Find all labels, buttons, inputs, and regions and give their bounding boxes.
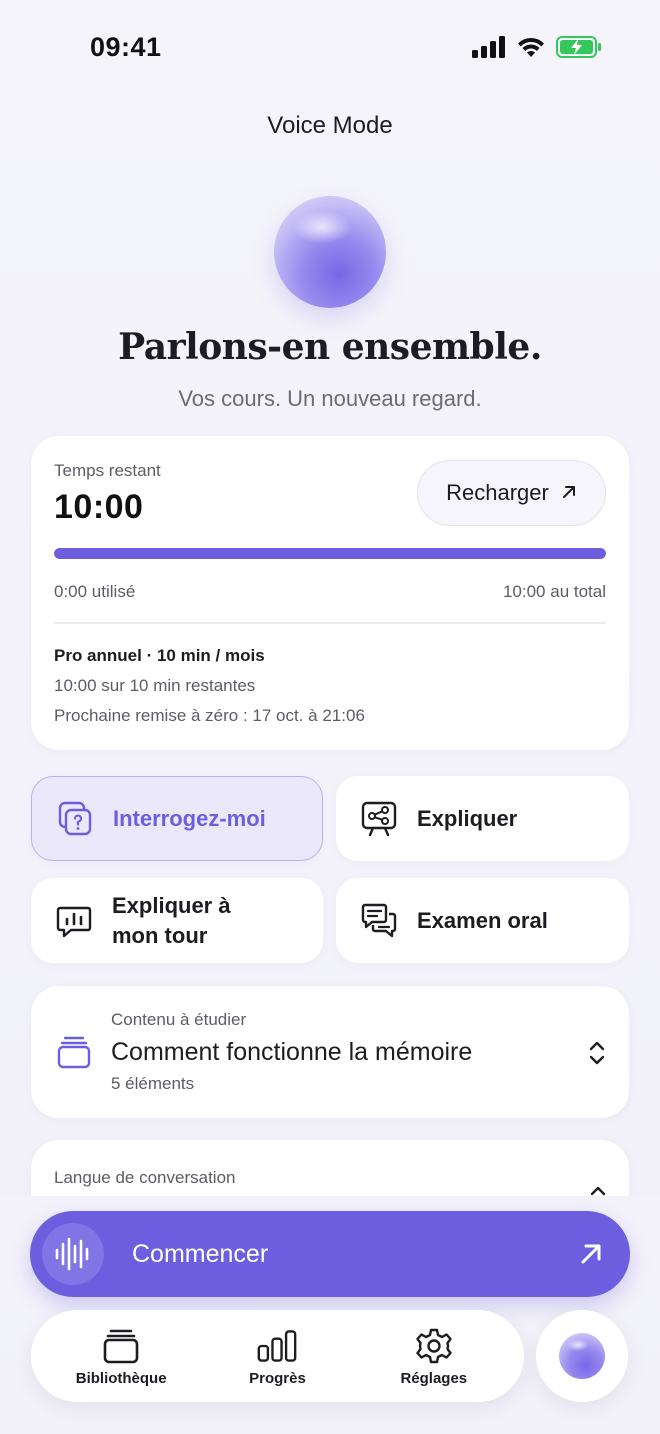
voice-orb-icon bbox=[559, 1333, 605, 1379]
page-title: Voice Mode bbox=[267, 112, 393, 139]
time-remaining-card: Temps restant 10:00 Recharger 0:00 utili… bbox=[31, 436, 629, 750]
battery-charging-icon bbox=[556, 36, 602, 63]
mode-quiz-label: Interrogez-moi bbox=[113, 805, 266, 831]
time-used-label: 0:00 utilisé bbox=[54, 582, 136, 601]
recharge-button[interactable]: Recharger bbox=[417, 460, 606, 526]
tab-settings[interactable]: Réglages bbox=[364, 1326, 504, 1387]
divider bbox=[54, 622, 606, 624]
voice-orb[interactable] bbox=[274, 196, 386, 308]
cellular-signal-icon bbox=[472, 36, 506, 63]
mode-quiz-button[interactable]: Interrogez-moi bbox=[31, 776, 323, 861]
chart-bubble-icon bbox=[54, 901, 94, 941]
chevron-up-icon bbox=[589, 1184, 607, 1196]
time-total-label: 10:00 au total bbox=[502, 582, 606, 601]
chat-bubbles-icon bbox=[359, 901, 399, 941]
status-bar: 09:41 bbox=[0, 0, 660, 96]
quiz-icon bbox=[55, 799, 95, 839]
wifi-icon bbox=[516, 36, 546, 63]
tab-library-label: Bibliothèque bbox=[75, 1369, 167, 1387]
study-content-title: Comment fonctionne la mémoire bbox=[111, 1038, 473, 1066]
bar-chart-icon bbox=[257, 1326, 297, 1366]
tab-library[interactable]: Bibliothèque bbox=[51, 1326, 191, 1387]
hero-subtitle: Vos cours. Un nouveau regard. bbox=[178, 386, 482, 411]
study-content-caption: Contenu à étudier bbox=[111, 1010, 247, 1029]
gear-icon bbox=[414, 1326, 454, 1366]
voice-mode-button[interactable] bbox=[536, 1310, 628, 1402]
mode-explain-button[interactable]: Expliquer bbox=[336, 776, 629, 861]
tab-bar: Bibliothèque Progrès Réglages bbox=[31, 1310, 524, 1402]
chevron-up-down-icon bbox=[587, 1040, 607, 1066]
plan-name: Pro annuel · 10 min / mois bbox=[54, 646, 265, 665]
conversation-language-caption: Langue de conversation bbox=[54, 1168, 236, 1187]
arrow-up-right-icon bbox=[578, 1241, 604, 1267]
start-label: Commencer bbox=[132, 1239, 269, 1268]
time-progress-fill bbox=[54, 548, 606, 559]
mode-explain-label: Expliquer bbox=[417, 805, 518, 831]
time-progress-bar bbox=[54, 548, 606, 559]
tab-progress[interactable]: Progrès bbox=[207, 1326, 347, 1387]
presentation-icon bbox=[359, 799, 399, 839]
tab-settings-label: Réglages bbox=[400, 1369, 468, 1387]
mode-oral-exam-button[interactable]: Examen oral bbox=[336, 878, 629, 963]
time-remaining-label: Temps restant bbox=[54, 461, 161, 480]
stack-icon bbox=[54, 1032, 94, 1072]
recharge-label: Recharger bbox=[446, 480, 549, 505]
status-time: 09:41 bbox=[90, 32, 162, 62]
study-content-count: 5 éléments bbox=[111, 1074, 195, 1093]
plan-reset: Prochaine remise à zéro : 17 oct. à 21:0… bbox=[54, 706, 365, 725]
status-icons bbox=[472, 36, 602, 63]
arrow-up-right-icon bbox=[561, 480, 577, 506]
hero-headline: Parlons-en ensemble. bbox=[118, 326, 542, 368]
library-icon bbox=[101, 1326, 141, 1366]
start-button[interactable]: Commencer bbox=[30, 1211, 630, 1297]
time-remaining-value: 10:00 bbox=[54, 488, 144, 526]
study-content-selector[interactable]: Contenu à étudier Comment fonctionne la … bbox=[31, 986, 629, 1118]
waveform-icon bbox=[42, 1223, 104, 1285]
mode-oral-exam-label: Examen oral bbox=[417, 907, 548, 933]
tab-progress-label: Progrès bbox=[249, 1369, 306, 1387]
mode-explain-back-label: Expliquer à mon tour bbox=[112, 892, 231, 948]
plan-remaining: 10:00 sur 10 min restantes bbox=[54, 676, 256, 695]
mode-explain-back-button[interactable]: Expliquer à mon tour bbox=[31, 878, 323, 963]
